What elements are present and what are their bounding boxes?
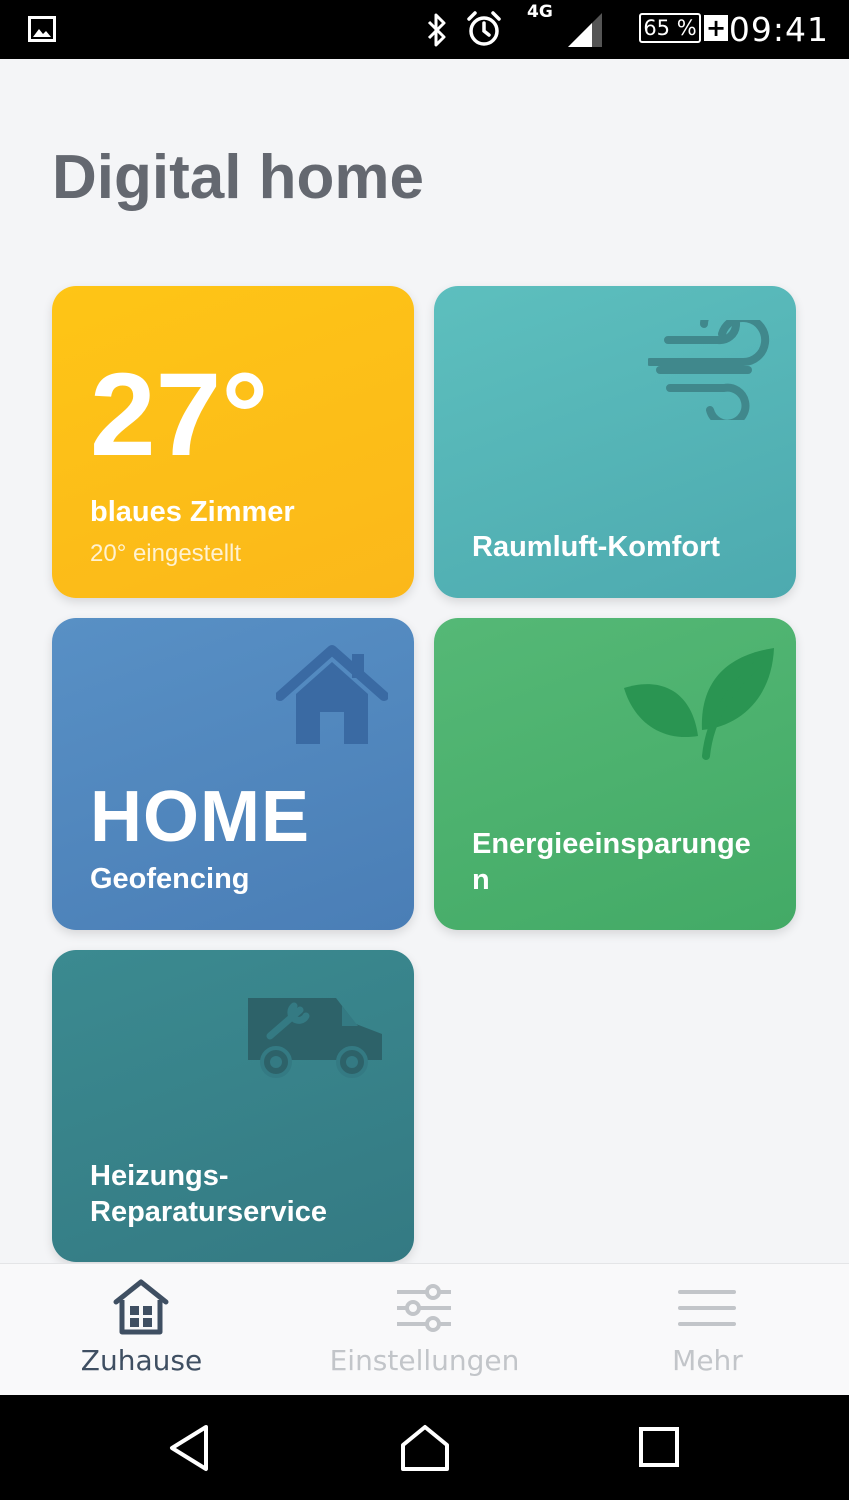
page-title: Digital home	[52, 143, 425, 212]
presence-status: HOME	[90, 777, 310, 857]
status-bar: 4G 65 % + 09:41	[0, 0, 849, 59]
repair-service-tile[interactable]: Heizungs-Reparaturservice	[52, 950, 414, 1262]
nav-label-einstellungen: Einstellungen	[329, 1344, 520, 1377]
set-temperature: 20° eingestellt	[90, 540, 242, 567]
charging-indicator: +	[704, 14, 728, 42]
recents-icon[interactable]	[638, 1423, 682, 1467]
nav-tab-zuhause[interactable]: Zuhause	[0, 1264, 283, 1396]
network-type: 4G	[527, 2, 553, 22]
air-comfort-tile[interactable]: Raumluft-Komfort	[434, 286, 796, 598]
sliders-icon	[397, 1284, 451, 1332]
bottom-navigation: Zuhause Einstellungen Mehr	[0, 1263, 849, 1395]
temperature-value: 27°	[90, 349, 269, 481]
nav-label-zuhause: Zuhause	[80, 1344, 203, 1377]
wind-icon	[648, 320, 770, 420]
signal-icon	[568, 13, 602, 47]
clock: 09:41	[728, 10, 829, 49]
home-grid-icon	[113, 1279, 169, 1335]
battery-icon: 65 %	[639, 13, 701, 43]
nav-tab-einstellungen[interactable]: Einstellungen	[283, 1264, 566, 1396]
repair-van-icon	[248, 998, 382, 1078]
geofencing-tile[interactable]: HOME Geofencing	[52, 618, 414, 930]
nav-tab-mehr[interactable]: Mehr	[566, 1264, 849, 1396]
geofencing-label: Geofencing	[90, 863, 250, 895]
back-icon[interactable]	[166, 1423, 212, 1473]
room-name: blaues Zimmer	[90, 496, 295, 528]
energy-savings-tile[interactable]: Energieeinsparungen	[434, 618, 796, 930]
energy-savings-label: Energieeinsparungen	[472, 828, 751, 896]
bluetooth-icon	[427, 13, 446, 47]
image-icon	[28, 16, 56, 42]
leaf-icon	[624, 648, 774, 760]
house-icon	[276, 645, 388, 744]
alarm-icon	[467, 11, 501, 46]
menu-icon	[678, 1290, 736, 1326]
repair-service-label: Heizungs-Reparaturservice	[90, 1160, 327, 1228]
home-icon[interactable]	[399, 1423, 451, 1473]
air-comfort-label: Raumluft-Komfort	[472, 531, 721, 563]
system-navigation-bar	[0, 1395, 849, 1500]
nav-label-mehr: Mehr	[672, 1344, 743, 1377]
temperature-tile[interactable]: 27° blaues Zimmer 20° eingestellt	[52, 286, 414, 598]
battery-level: 65 %	[643, 16, 697, 40]
